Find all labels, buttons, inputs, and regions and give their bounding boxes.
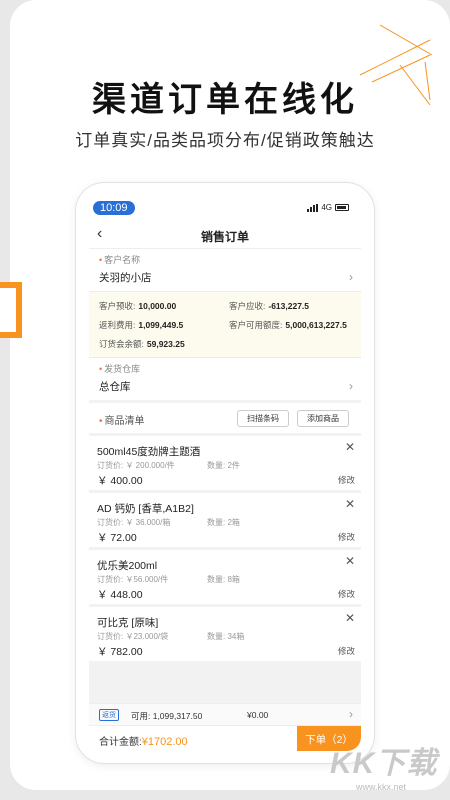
goods-label: 商品清单 bbox=[104, 416, 145, 427]
item-total: ￥ 782.00 bbox=[97, 646, 143, 658]
close-icon[interactable]: ✕ bbox=[345, 440, 355, 454]
credit-value: 5,000,613,227.5 bbox=[285, 319, 347, 330]
warehouse-label-row: • 发货仓库 bbox=[89, 358, 361, 375]
item-total: ￥ 400.00 bbox=[97, 475, 143, 487]
credit-cell: 客户可用额度: 5,000,613,227.5 bbox=[229, 319, 347, 331]
status-indicators: 4G bbox=[307, 203, 349, 212]
close-icon[interactable]: ✕ bbox=[345, 497, 355, 511]
customer-label-row: • 客户名称 bbox=[89, 249, 361, 266]
rebate-label: 返利费用: bbox=[99, 319, 136, 330]
required-mark: • bbox=[99, 364, 103, 374]
list-item: 500ml45度劲牌主题酒 订货价: ￥ 200.000/件 数量: 2件 ￥ 4… bbox=[89, 436, 361, 490]
item-qty: 数量: 34箱 bbox=[207, 632, 245, 641]
receivable-value: -613,227.5 bbox=[268, 300, 310, 311]
canvas: 渠道订单在线化 订单真实/品类品项分布/促销政策触达 10:09 4G ‹ 销售… bbox=[0, 0, 450, 800]
watermark-url: www.kkx.net bbox=[356, 782, 407, 792]
item-total: ￥ 448.00 bbox=[97, 589, 143, 601]
signal-icon bbox=[307, 203, 319, 212]
chevron-right-icon: › bbox=[349, 707, 353, 721]
edit-item-button[interactable]: 修改 bbox=[338, 474, 355, 486]
rebate-cell: 返利费用: 1,099,449.5 bbox=[99, 319, 229, 331]
edit-item-button[interactable]: 修改 bbox=[338, 645, 355, 657]
account-summary: 客户预收: 10,000.00 客户应收: -613,227.5 返利费用: 1,09… bbox=[89, 291, 361, 358]
phone-screen: 10:09 4G ‹ 销售订单 • 客户名称 关羽的小店 › 客户预收: 10,000… bbox=[89, 195, 361, 751]
bottom-bar: 合计金额:¥1702.00 下单（2） bbox=[89, 725, 361, 751]
customer-field[interactable]: • 客户名称 关羽的小店 › bbox=[89, 249, 361, 291]
account-row-3: 订货会余额: 59,923.25 bbox=[99, 334, 351, 353]
item-unit-price: 订货价: ￥ 36.000/箱 bbox=[97, 518, 171, 527]
item-unit-price: 订货价: ￥56.000/件 bbox=[97, 575, 169, 584]
item-meta: 订货价: ￥56.000/件 数量: 8箱 bbox=[97, 574, 240, 585]
item-qty: 数量: 2件 bbox=[207, 461, 240, 470]
status-time: 10:09 bbox=[93, 201, 135, 215]
item-name: 500ml45度劲牌主题酒 bbox=[97, 446, 201, 458]
required-mark: • bbox=[99, 255, 103, 265]
rebate-bar[interactable]: 返货 可用: 1,099,317.50 ¥0.00 › bbox=[89, 703, 361, 725]
receivable-label: 客户应收: bbox=[229, 300, 266, 311]
credit-label: 客户可用额度: bbox=[229, 319, 283, 330]
rebate-value: 1,099,449.5 bbox=[138, 319, 184, 330]
warehouse-label: 发货仓库 bbox=[104, 364, 141, 374]
list-item: 可比克 [原味] 订货价: ￥23.000/袋 数量: 34箱 ￥ 782.00 … bbox=[89, 607, 361, 661]
chevron-right-icon: › bbox=[349, 379, 353, 393]
goods-header: • 商品清单 扫描条码 添加商品 bbox=[89, 403, 361, 433]
close-icon[interactable]: ✕ bbox=[345, 554, 355, 568]
prepay-label: 客户预收: bbox=[99, 300, 136, 311]
item-name: 优乐美200ml bbox=[97, 560, 158, 572]
order-balance-label: 订货会余额: bbox=[99, 338, 144, 349]
required-mark: • bbox=[99, 416, 103, 427]
list-item: AD 钙奶 [香草,A1B2] 订货价: ￥ 36.000/箱 数量: 2箱 ￥ … bbox=[89, 493, 361, 547]
rebate-available: 可用: 1,099,317.50 bbox=[131, 711, 203, 721]
item-meta: 订货价: ￥ 200.000/件 数量: 2件 bbox=[97, 460, 240, 471]
subline: 订单真实/品类品项分布/促销政策触达 bbox=[75, 131, 375, 150]
customer-label: 客户名称 bbox=[104, 255, 141, 265]
orange-bracket-decoration bbox=[0, 282, 22, 338]
total-label: 合计金额: bbox=[99, 737, 142, 748]
battery-icon bbox=[335, 204, 349, 211]
item-unit-price: 订货价: ￥23.000/袋 bbox=[97, 632, 169, 641]
customer-value: 关羽的小店 bbox=[99, 272, 152, 284]
warehouse-value: 总仓库 bbox=[99, 381, 131, 393]
total-wrap: 合计金额:¥1702.00 bbox=[99, 733, 188, 748]
item-qty: 数量: 8箱 bbox=[207, 575, 240, 584]
warehouse-value-row: 总仓库 › bbox=[89, 375, 361, 400]
headline: 渠道订单在线化 bbox=[92, 81, 358, 119]
account-row-2: 返利费用: 1,099,449.5 客户可用额度: 5,000,613,227.5 bbox=[99, 315, 351, 334]
status-bar: 10:09 4G bbox=[89, 195, 361, 221]
rebate-tag: 返货 bbox=[99, 709, 119, 721]
item-unit-price: 订货价: ￥ 200.000/件 bbox=[97, 461, 175, 470]
page-title: 销售订单 bbox=[200, 230, 249, 244]
rebate-amount: ¥0.00 bbox=[247, 710, 269, 720]
item-meta: 订货价: ￥ 36.000/箱 数量: 2箱 bbox=[97, 517, 240, 528]
phone-mockup: 10:09 4G ‹ 销售订单 • 客户名称 关羽的小店 › 客户预收: 10,000… bbox=[76, 183, 374, 763]
chevron-right-icon: › bbox=[349, 270, 353, 284]
edit-item-button[interactable]: 修改 bbox=[338, 588, 355, 600]
prepay-cell: 客户预收: 10,000.00 bbox=[99, 300, 229, 312]
account-row-1: 客户预收: 10,000.00 客户应收: -613,227.5 bbox=[99, 296, 351, 315]
prepay-value: 10,000.00 bbox=[138, 300, 177, 311]
item-total: ￥ 72.00 bbox=[97, 532, 137, 544]
list-item: 优乐美200ml 订货价: ￥56.000/件 数量: 8箱 ￥ 448.00 ✕… bbox=[89, 550, 361, 604]
warehouse-field[interactable]: • 发货仓库 总仓库 › bbox=[89, 358, 361, 400]
item-name: 可比克 [原味] bbox=[97, 617, 159, 629]
customer-value-row: 关羽的小店 › bbox=[89, 266, 361, 291]
network-type: 4G bbox=[321, 203, 332, 212]
close-icon[interactable]: ✕ bbox=[345, 611, 355, 625]
total-value: ¥1702.00 bbox=[141, 736, 188, 748]
item-name: AD 钙奶 [香草,A1B2] bbox=[97, 503, 194, 515]
receivable-cell: 客户应收: -613,227.5 bbox=[229, 300, 309, 312]
nav-bar: ‹ 销售订单 bbox=[89, 221, 361, 249]
item-meta: 订货价: ￥23.000/袋 数量: 34箱 bbox=[97, 631, 244, 642]
order-balance-cell: 订货会余额: 59,923.25 bbox=[99, 338, 185, 350]
edit-item-button[interactable]: 修改 bbox=[338, 531, 355, 543]
item-qty: 数量: 2箱 bbox=[207, 518, 240, 527]
watermark-logo: KK下载 bbox=[330, 747, 438, 780]
order-balance-value: 59,923.25 bbox=[146, 338, 185, 349]
scan-barcode-button[interactable]: 扫描条码 bbox=[237, 410, 289, 427]
goods-label-wrap: • 商品清单 bbox=[99, 412, 145, 427]
add-goods-button[interactable]: 添加商品 bbox=[297, 410, 349, 427]
